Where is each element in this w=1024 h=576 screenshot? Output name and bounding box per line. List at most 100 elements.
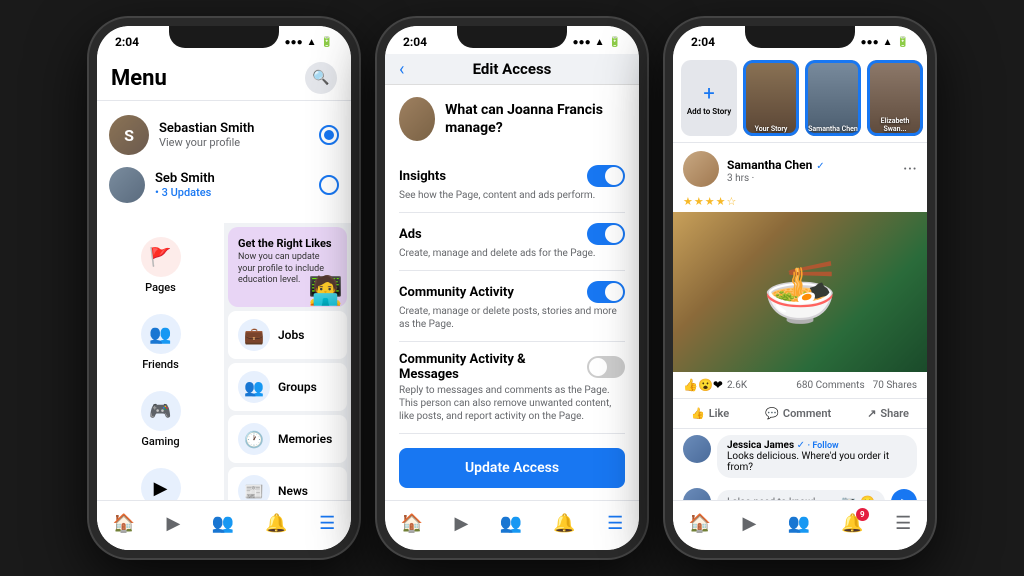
watch-nav-2[interactable]: ▶ xyxy=(454,513,468,534)
ads-toggle[interactable] xyxy=(587,223,625,245)
your-story[interactable]: Your Story xyxy=(743,60,799,136)
profile-item-1[interactable]: S Sebastian Smith View your profile xyxy=(109,109,339,161)
time-1: 2:04 xyxy=(115,35,139,49)
menu-item-pages[interactable]: 🚩 Pages xyxy=(97,227,224,304)
user2-name: Seb Smith xyxy=(155,171,215,186)
watch-nav-3[interactable]: ▶ xyxy=(742,513,756,534)
insights-label: Insights xyxy=(399,169,446,184)
back-button[interactable]: ‹ xyxy=(399,59,404,80)
search-button[interactable]: 🔍 xyxy=(305,62,337,94)
user2-radio[interactable] xyxy=(319,175,339,195)
menu-nav-2[interactable]: ☰ xyxy=(607,513,623,534)
profile-item-2[interactable]: Seb Smith • 3 Updates xyxy=(109,161,339,209)
verified-icon: ✓ xyxy=(816,161,824,172)
jobs-item[interactable]: 💼 Jobs xyxy=(228,311,347,359)
user1-radio[interactable] xyxy=(319,125,339,145)
joanna-avatar xyxy=(399,97,435,141)
share-button[interactable]: ↗ Share xyxy=(859,403,917,424)
post-author: Samantha Chen xyxy=(727,158,812,172)
community-label: Community Activity xyxy=(399,285,514,300)
phone-feed: 2:04 ●●● ▲ 🔋 + Add to Story Your Story xyxy=(665,18,935,558)
promo-figure: 🧑‍💻 xyxy=(308,274,343,307)
notification-badge: 9 xyxy=(856,508,869,521)
like-button[interactable]: 👍 Like xyxy=(683,403,737,424)
share-icon: ↗ xyxy=(867,407,876,420)
stories-bar: + Add to Story Your Story Samantha Chen … xyxy=(673,54,927,143)
news-label: News xyxy=(278,484,308,498)
avatar-sebastian: S xyxy=(109,115,149,155)
home-nav-2[interactable]: 🏠 xyxy=(401,513,423,534)
promo-card[interactable]: Get the Right Likes Now you can update y… xyxy=(228,227,347,307)
samantha-story[interactable]: Samantha Chen xyxy=(805,60,861,136)
user-header: What can Joanna Francis manage? xyxy=(399,97,625,141)
samantha-story-label: Samantha Chen xyxy=(805,125,861,133)
memories-icon: 🕐 xyxy=(238,423,270,455)
post-card-1: Samantha Chen ✓ 3 hrs · ··· ★★★★☆ 🍜 👍😮❤ xyxy=(673,143,927,526)
menu-item-gaming[interactable]: 🎮 Gaming xyxy=(97,381,224,458)
reactions-count: 2.6K xyxy=(727,380,747,391)
watch-nav[interactable]: ▶ xyxy=(166,513,180,534)
food-visual: 🍜 xyxy=(673,212,927,372)
gaming-icon: 🎮 xyxy=(141,391,181,431)
pages-label: Pages xyxy=(145,281,176,294)
shares-count: 70 Shares xyxy=(873,380,917,391)
friends-icon: 👥 xyxy=(141,314,181,354)
post-actions: 👍 Like 💬 Comment ↗ Share xyxy=(673,399,927,429)
phone-edit-access: 2:04 ●●● ▲ 🔋 ‹ Edit Access What can Joan… xyxy=(377,18,647,558)
menu-nav-3[interactable]: ☰ xyxy=(895,513,911,534)
community-toggle[interactable] xyxy=(587,281,625,303)
memories-label: Memories xyxy=(278,432,332,446)
post-stars: ★★★★☆ xyxy=(673,195,927,212)
notch-3 xyxy=(745,26,855,48)
people-nav-3[interactable]: 👥 xyxy=(788,513,810,534)
bell-nav[interactable]: 🔔 xyxy=(265,513,287,534)
comment-label: Comment xyxy=(783,407,831,420)
ads-toggle-row: Ads Create, manage and delete ads for th… xyxy=(399,213,625,271)
status-icons-3: ●●● ▲ 🔋 xyxy=(861,37,909,48)
avatar-seb xyxy=(109,167,145,203)
comment-button[interactable]: 💬 Comment xyxy=(757,403,839,424)
like-label: Like xyxy=(709,407,729,420)
profile-section: S Sebastian Smith View your profile Seb … xyxy=(97,101,351,217)
memories-item[interactable]: 🕐 Memories xyxy=(228,415,347,463)
menu-nav[interactable]: ☰ xyxy=(319,513,335,534)
friends-label: Friends xyxy=(142,358,179,371)
edit-access-content: What can Joanna Francis manage? Insights… xyxy=(385,85,639,500)
status-icons-2: ●●● ▲ 🔋 xyxy=(573,37,621,48)
home-nav-3[interactable]: 🏠 xyxy=(689,513,711,534)
add-to-story[interactable]: + Add to Story xyxy=(681,60,737,136)
messages-desc: Reply to messages and comments as the Pa… xyxy=(399,384,625,423)
manage-question: What can Joanna Francis manage? xyxy=(445,101,625,137)
more-button[interactable]: ··· xyxy=(903,159,917,180)
menu-title: Menu xyxy=(111,66,167,91)
post-food-image: 🍜 xyxy=(673,212,927,372)
bottom-nav-1: 🏠 ▶ 👥 🔔 ☰ xyxy=(97,500,351,550)
user2-updates: • 3 Updates xyxy=(155,186,215,199)
edit-access-header: ‹ Edit Access xyxy=(385,54,639,85)
gaming-label: Gaming xyxy=(141,435,179,448)
people-nav-2[interactable]: 👥 xyxy=(500,513,522,534)
update-access-button[interactable]: Update Access xyxy=(399,448,625,488)
insights-toggle[interactable] xyxy=(587,165,625,187)
promo-title: Get the Right Likes xyxy=(238,237,337,250)
home-nav[interactable]: 🏠 xyxy=(113,513,135,534)
status-icons-1: ●●● ▲ 🔋 xyxy=(285,37,333,48)
bottom-nav-3: 🏠 ▶ 👥 🔔 9 ☰ xyxy=(673,500,927,550)
notification-nav[interactable]: 🔔 9 xyxy=(841,513,863,534)
samantha-post-avatar xyxy=(683,151,719,187)
jessica-comment: Looks delicious. Where'd you order it fr… xyxy=(727,451,907,473)
ads-label: Ads xyxy=(399,227,422,242)
elizabeth-story[interactable]: Elizabeth Swan... xyxy=(867,60,923,136)
reaction-emojis: 👍😮❤ xyxy=(683,378,723,392)
menu-item-friends[interactable]: 👥 Friends xyxy=(97,304,224,381)
jobs-label: Jobs xyxy=(278,328,304,342)
people-nav[interactable]: 👥 xyxy=(212,513,234,534)
follow-link[interactable]: · Follow xyxy=(807,441,838,451)
groups-label: Groups xyxy=(278,380,317,394)
time-3: 2:04 xyxy=(691,35,715,49)
phone-menu: 2:04 ●●● ▲ 🔋 Menu 🔍 S Sebastian Smith Vi… xyxy=(89,18,359,558)
bell-nav-2[interactable]: 🔔 xyxy=(553,513,575,534)
star-rating: ★★★★☆ xyxy=(683,195,737,208)
groups-item[interactable]: 👥 Groups xyxy=(228,363,347,411)
messages-toggle[interactable] xyxy=(587,356,625,378)
